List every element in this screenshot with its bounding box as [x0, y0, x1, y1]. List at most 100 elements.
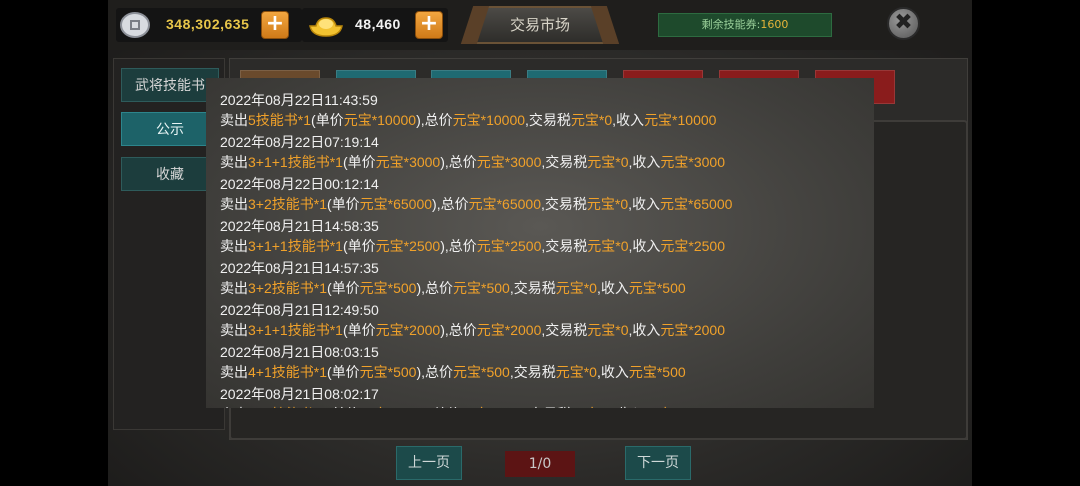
log-income-amount: 元宝*10000 — [644, 112, 717, 128]
close-button[interactable]: ✖ — [887, 7, 920, 40]
log-income-label: ,收入 — [628, 322, 661, 338]
log-unit-price: 元宝*2000 — [375, 322, 441, 338]
log-total-price: 元宝*3000 — [461, 406, 526, 408]
sidebar-item-announcement[interactable]: 公示 — [121, 112, 219, 146]
log-tax-amount: 元宝*0 — [587, 238, 629, 254]
log-sell-label: 卖出 — [220, 280, 248, 296]
log-unit-label: (单价 — [327, 406, 360, 408]
log-income-label: ,收入 — [628, 238, 661, 254]
log-entry: 2022年08月21日14:57:35 卖出3+2技能书*1(单价元宝*500),… — [220, 258, 686, 298]
log-tax-amount: 元宝*0 — [555, 280, 597, 296]
ingot-amount: 48,460 — [355, 16, 401, 32]
log-sell-label: 卖出 — [220, 196, 248, 212]
log-unit-label: (单价 — [342, 322, 376, 338]
log-entry-date: 2022年08月22日07:19:14 — [220, 134, 379, 150]
log-entry: 2022年08月21日08:02:17卖出4+1技能书*1(单价元宝*3000)… — [220, 384, 709, 408]
skill-voucher-remaining: 剩余技能券:1600 — [658, 13, 832, 37]
log-income-amount: 元宝*65000 — [660, 196, 733, 212]
log-total-price: 元宝*2000 — [476, 322, 542, 338]
log-income-label: ,收入 — [613, 406, 645, 408]
log-tax-amount: 元宝*0 — [555, 364, 597, 380]
log-sell-label: 卖出 — [220, 322, 248, 338]
log-sell-label: 卖出 — [220, 112, 248, 128]
log-tax-label: ,交易税 — [525, 112, 571, 128]
log-unit-price: 元宝*500 — [359, 280, 417, 296]
log-entry: 2022年08月22日00:12:14 卖出3+2技能书*1(单价元宝*65000… — [220, 174, 732, 214]
log-total-price: 元宝*500 — [453, 364, 510, 380]
log-unit-label: (单价 — [326, 364, 360, 380]
log-item-name: 5技能书*1 — [248, 112, 312, 128]
log-unit-price: 元宝*10000 — [343, 112, 417, 128]
log-income-amount: 元宝*500 — [628, 364, 686, 380]
gold-ingot-icon — [309, 17, 343, 37]
log-unit-label: (单价 — [326, 280, 360, 296]
add-ingot-button[interactable]: + — [415, 11, 443, 39]
silver-amount: 348,302,635 — [166, 16, 250, 32]
log-entry: 2022年08月21日08:03:15 卖出4+1技能书*1(单价 元宝*500),… — [220, 342, 686, 382]
log-total-label: ),总价 — [416, 112, 453, 128]
prev-page-button[interactable]: 上一页 — [396, 446, 462, 480]
log-total-price: 元宝*10000 — [452, 112, 526, 128]
page-title: 交易市场 — [473, 6, 607, 44]
log-entry-date: 2022年08月21日12:49:50 — [220, 302, 379, 318]
log-unit-label: (单价 — [342, 154, 376, 170]
log-entry: 2022年08月21日12:49:50 卖出3+1+1技能书*1(单价元宝*200… — [220, 300, 725, 340]
log-tax-amount: 元宝*0 — [570, 112, 613, 128]
next-page-button[interactable]: 下一页 — [625, 446, 691, 480]
log-total-price: 元宝*500 — [453, 280, 510, 296]
log-income-label: ,收入 — [596, 280, 629, 296]
log-total-label: ),总价 — [440, 322, 477, 338]
log-item-name: 3+2技能书*1 — [248, 196, 327, 212]
page-title-text: 交易市场 — [509, 16, 570, 34]
log-unit-price: 元宝*3000 — [360, 406, 425, 408]
log-total-label: ),总价 — [440, 238, 477, 254]
log-item-name: 3+1+1技能书*1 — [248, 154, 343, 170]
log-entry-detail: 卖出3+1+1技能书*1(单价元宝*2000),总价元宝*2000,交易税元宝*… — [220, 320, 725, 340]
transaction-log-popup[interactable]: 2022年08月22日11:43:59 卖出5技能书*1(单价元宝*10000),… — [206, 78, 874, 408]
voucher-value: 1600 — [760, 18, 789, 31]
log-income-label: ,收入 — [612, 112, 645, 128]
log-sell-label: 卖出 — [220, 406, 248, 408]
log-tax-amount: 元宝*0 — [571, 406, 612, 408]
log-unit-price: 元宝*2500 — [375, 238, 441, 254]
log-entry-detail: 卖出3+2技能书*1(单价元宝*65000),总价元宝*65000,交易税元宝*… — [220, 194, 732, 214]
log-sell-label: 卖出 — [220, 154, 248, 170]
log-total-price: 元宝*65000 — [468, 196, 541, 212]
log-income-label: ,收入 — [628, 196, 661, 212]
log-entry-detail: 卖出3+2技能书*1(单价元宝*500),总价元宝*500,交易税元宝*0,收入… — [220, 278, 686, 298]
log-tax-label: ,交易税 — [541, 322, 588, 338]
log-total-label: ),总价 — [432, 196, 469, 212]
log-entry-detail: 卖出4+1技能书*1(单价元宝*500),总价元宝*500,交易税元宝*0,收入… — [220, 362, 686, 382]
log-total-label: ),总价 — [424, 406, 461, 408]
log-tax-label: ,交易税 — [541, 196, 587, 212]
sidebar-item-skill-books[interactable]: 武将技能书 — [121, 68, 219, 102]
log-sell-label: 卖出 — [220, 364, 248, 380]
log-entry: 2022年08月22日11:43:59 卖出5技能书*1(单价元宝*10000),… — [220, 90, 716, 130]
log-entry-date: 2022年08月21日08:03:15 — [220, 344, 379, 360]
log-income-label: ,收入 — [628, 154, 661, 170]
log-tax-amount: 元宝*0 — [587, 322, 629, 338]
log-total-price: 元宝*3000 — [476, 154, 542, 170]
log-unit-price: 元宝*3000 — [375, 154, 441, 170]
silver-coin-icon — [120, 12, 150, 38]
sidebar-item-favorites[interactable]: 收藏 — [121, 157, 219, 191]
log-unit-label: (单价 — [342, 238, 376, 254]
log-income-amount: 元宝*3000 — [660, 154, 725, 170]
log-income-label: ,收入 — [596, 364, 629, 380]
log-entry-detail: 卖出3+1+1技能书*1(单价元宝*3000),总价元宝*3000,交易税元宝*… — [220, 152, 725, 172]
log-item-name: 3+1+1技能书*1 — [248, 322, 343, 338]
log-unit-label: (单价 — [311, 112, 344, 128]
log-total-label: ),总价 — [416, 364, 454, 380]
log-item-name: 4+1技能书*1 — [248, 364, 327, 380]
log-entry-detail: 卖出3+1+1技能书*1(单价元宝*2500),总价元宝*2500,交易税元宝*… — [220, 236, 725, 256]
log-sell-label: 卖出 — [220, 238, 248, 254]
log-entry-detail: 卖出5技能书*1(单价元宝*10000),总价元宝*10000,交易税元宝*0,… — [220, 110, 716, 130]
log-item-name: 3+1+1技能书*1 — [248, 238, 343, 254]
log-total-label: ),总价 — [440, 154, 477, 170]
log-unit-price: 元宝*65000 — [359, 196, 433, 212]
add-silver-button[interactable]: + — [261, 11, 289, 39]
log-entry-date: 2022年08月21日14:58:35 — [220, 218, 379, 234]
voucher-label: 剩余技能券: — [701, 18, 761, 31]
log-entry-date: 2022年08月21日14:57:35 — [220, 260, 379, 276]
log-total-price: 元宝*2500 — [476, 238, 542, 254]
